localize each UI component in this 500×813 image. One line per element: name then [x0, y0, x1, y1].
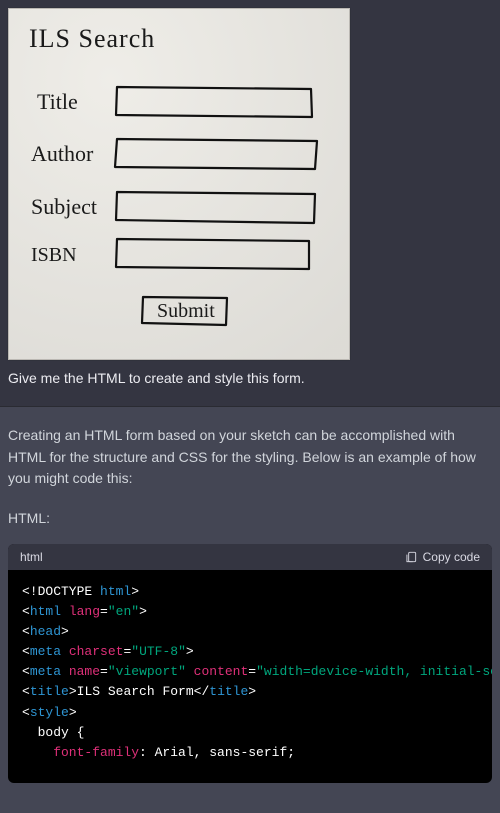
svg-text:Submit: Submit	[157, 300, 215, 322]
clipboard-icon	[404, 550, 418, 564]
copy-code-button[interactable]: Copy code	[404, 550, 480, 564]
svg-text:Author: Author	[31, 141, 94, 166]
svg-text:ILS Search: ILS Search	[29, 24, 155, 53]
assistant-section-label: HTML:	[8, 508, 492, 530]
code-block-header: html Copy code	[8, 544, 492, 570]
assistant-intro-text: Creating an HTML form based on your sket…	[8, 425, 492, 490]
svg-text:Subject: Subject	[31, 194, 97, 219]
user-message-section: ILS Search Title Author Subject ISBN Sub…	[0, 0, 500, 406]
code-content[interactable]: <!DOCTYPE html> <html lang="en"> <head> …	[8, 570, 492, 783]
copy-code-label: Copy code	[423, 550, 480, 564]
code-block: html Copy code <!DOCTYPE html> <html lan…	[8, 544, 492, 783]
sketch-image: ILS Search Title Author Subject ISBN Sub…	[8, 8, 350, 360]
code-language-label: html	[20, 550, 43, 564]
svg-text:Title: Title	[37, 89, 78, 114]
sketch-drawing: ILS Search Title Author Subject ISBN Sub…	[9, 9, 349, 359]
user-prompt-text: Give me the HTML to create and style thi…	[8, 370, 492, 386]
svg-text:ISBN: ISBN	[31, 244, 77, 266]
assistant-message-section: Creating an HTML form based on your sket…	[0, 406, 500, 813]
